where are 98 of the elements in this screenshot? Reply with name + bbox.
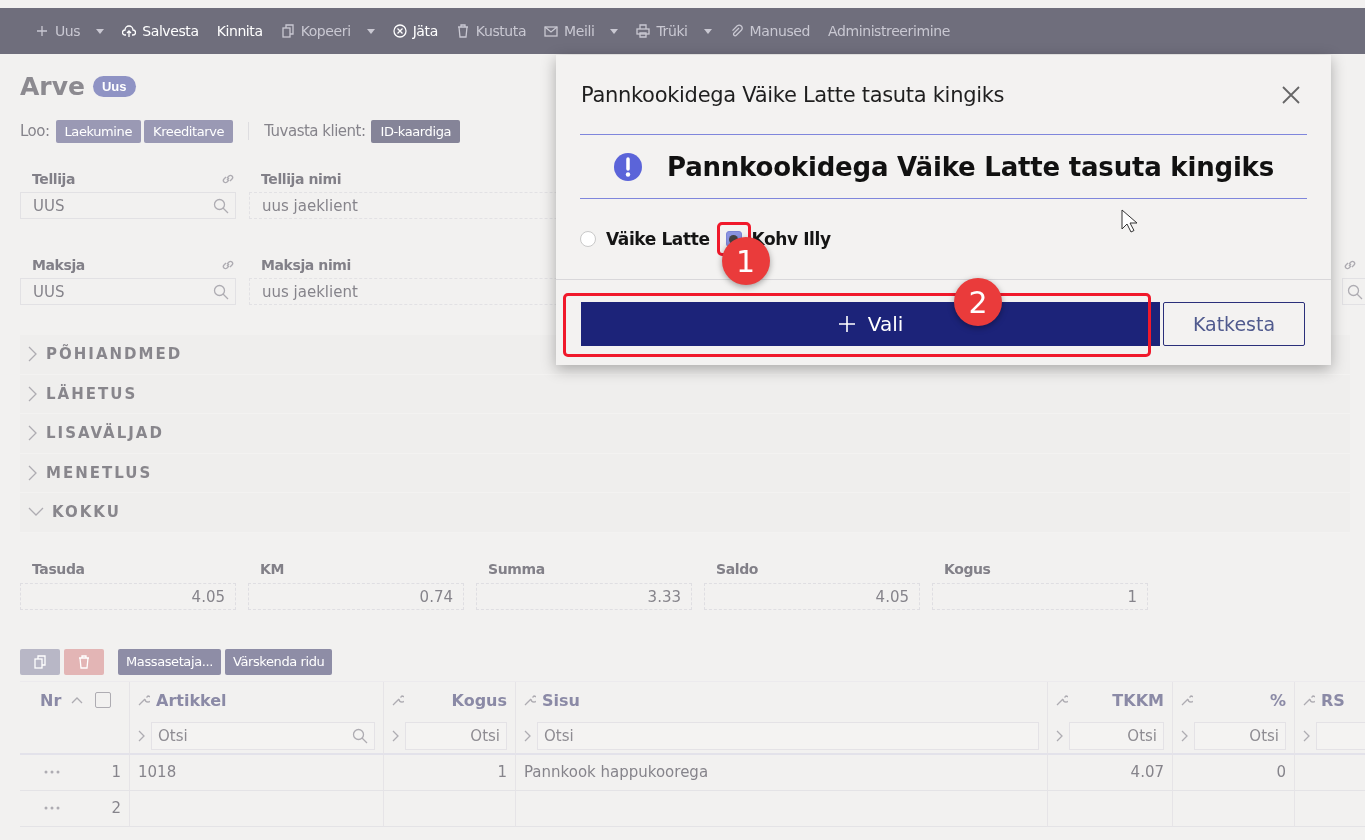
option-label[interactable]: Väike Latte	[606, 229, 710, 249]
plus-icon	[837, 315, 856, 333]
column-header[interactable]: TKKM	[1074, 690, 1164, 710]
chevron-right-icon	[28, 385, 38, 402]
close-icon	[1281, 84, 1301, 105]
id-card-button[interactable]: ID-kaardiga	[371, 119, 461, 143]
printer-icon	[636, 24, 651, 38]
column-header[interactable]: Sisu	[542, 690, 1039, 710]
status-badge: Uus	[92, 75, 136, 97]
table-cell: 1	[384, 754, 516, 791]
chevron-right-icon	[1303, 729, 1310, 742]
wrench-icon	[1181, 694, 1193, 706]
search-icon	[213, 283, 229, 300]
wrench-icon	[524, 694, 536, 706]
more-icon	[44, 770, 60, 774]
lookup-field[interactable]: UUS	[20, 192, 236, 219]
toolbar-button[interactable]: Kinnita	[207, 16, 272, 46]
table-cell: 1018	[130, 754, 384, 791]
create-label: Loo:	[20, 122, 50, 140]
field-label: Maksja nimi	[261, 257, 351, 273]
chevron-right-icon	[1056, 729, 1063, 742]
chevron-right-icon	[28, 464, 38, 481]
step-marker: 2	[954, 278, 1002, 326]
trash-icon	[77, 654, 91, 669]
toolbar-button[interactable]: Värskenda ridu	[224, 648, 333, 675]
field-label: Tellija nimi	[261, 171, 342, 187]
chevron-right-icon	[1181, 729, 1188, 742]
copy-button[interactable]	[20, 648, 60, 675]
cancel-button[interactable]: Katkesta	[1163, 302, 1305, 346]
create-button[interactable]: Kreeditarve	[144, 119, 234, 143]
table-cell: Pannkook happukoorega	[516, 754, 1048, 791]
column-header[interactable]: Artikkel	[156, 690, 375, 710]
caret-icon	[366, 28, 375, 34]
copy-icon	[33, 654, 47, 669]
column-header[interactable]: Kogus	[410, 690, 507, 710]
toolbar-button[interactable]: Salvesta	[113, 16, 208, 46]
trash-icon	[455, 24, 470, 38]
caret-icon	[703, 28, 712, 34]
wrench-icon	[138, 694, 150, 706]
caret-icon	[96, 28, 105, 34]
chevron-right-icon	[138, 729, 145, 742]
chevron-right-icon	[392, 729, 399, 742]
total-field: 4.05	[20, 582, 236, 610]
table-cell: 4.07	[1048, 754, 1173, 791]
exclamation-icon	[613, 151, 643, 182]
total-label: Saldo	[715, 560, 759, 579]
search-icon	[213, 197, 229, 214]
chevron-right-icon	[28, 425, 38, 442]
column-header[interactable]: %	[1199, 690, 1286, 710]
plus-icon	[35, 24, 49, 38]
mail-icon	[544, 24, 559, 38]
chevron-right-icon	[524, 729, 531, 742]
toolbar-button[interactable]: Massasetaja...	[118, 648, 221, 675]
search-icon	[352, 727, 368, 744]
chevron-right-icon	[28, 346, 38, 363]
search-icon	[1347, 283, 1363, 300]
identify-label: Tuvasta klient:	[264, 122, 366, 140]
total-field: 3.33	[476, 582, 692, 610]
more-icon	[44, 806, 60, 810]
wrench-icon	[392, 694, 404, 706]
field-label: Tellija	[32, 171, 76, 187]
dialog-title: Pannkookidega Väike Latte tasuta kingiks	[581, 82, 1005, 107]
filter-field[interactable]: Otsi	[151, 721, 375, 750]
filter-field[interactable]: Otsi	[1194, 721, 1286, 750]
sort-up-icon	[71, 696, 84, 704]
dialog-heading: Pannkookidega Väike Latte tasuta kingiks	[667, 151, 1274, 182]
chevron-down-icon	[28, 507, 44, 518]
paperclip-icon	[729, 24, 744, 38]
wrench-icon	[1056, 694, 1068, 706]
cancel-icon	[392, 24, 407, 38]
caret-icon	[610, 28, 619, 34]
toolbar-button[interactable]: Jäta	[383, 16, 447, 46]
table-cell: 0	[1173, 754, 1295, 791]
row-number: 1	[111, 763, 121, 781]
total-label: Kogus	[943, 560, 992, 579]
total-label: Summa	[487, 560, 546, 579]
delete-button[interactable]	[64, 648, 104, 675]
total-field: 4.05	[704, 582, 920, 610]
wrench-icon	[1303, 694, 1315, 706]
filter-field[interactable]: Otsi	[405, 721, 507, 750]
page-title: Arve	[20, 71, 85, 101]
total-label: KM	[259, 560, 285, 579]
field-label: Maksja	[32, 257, 85, 273]
create-button[interactable]: Laekumine	[55, 119, 141, 143]
row-number: 2	[111, 799, 121, 817]
total-label: Tasuda	[31, 560, 86, 579]
total-field: 0.74	[248, 582, 464, 610]
column-header[interactable]: Nr	[40, 690, 62, 710]
filter-field[interactable]: Otsi	[1069, 721, 1164, 750]
filter-field[interactable]: Otsi	[537, 721, 1039, 750]
lookup-field[interactable]: UUS	[20, 278, 236, 305]
copy-icon	[280, 24, 295, 38]
column-header[interactable]: RS	[1321, 690, 1365, 710]
select-all-checkbox[interactable]	[95, 692, 112, 708]
total-field: 1	[932, 582, 1148, 610]
radio-button[interactable]	[580, 231, 596, 247]
cursor-icon	[1121, 209, 1137, 233]
cloud-upload-icon	[122, 24, 137, 38]
